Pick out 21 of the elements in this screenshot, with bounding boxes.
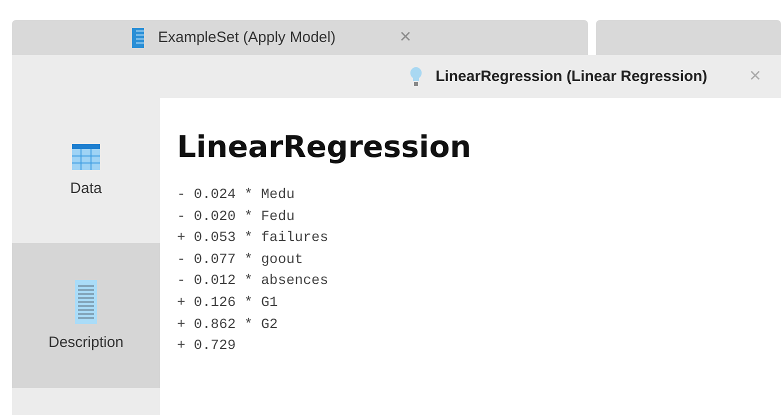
formula-line: + 0.729: [177, 337, 237, 356]
tab-label: ExampleSet (Apply Model): [158, 29, 336, 46]
formula-line: + 0.862 * G2: [177, 316, 279, 335]
sidebar-item-label: Data: [70, 180, 102, 197]
empty-tab[interactable]: [596, 20, 781, 55]
table-icon: [72, 144, 100, 170]
model-title: LinearRegression: [177, 130, 472, 165]
formula-line: - 0.020 * Fedu: [177, 208, 296, 227]
book-icon: [132, 28, 144, 48]
formula-line: - 0.012 * absences: [177, 272, 330, 292]
formula-line: - 0.024 * Medu: [177, 186, 296, 205]
sidebar-item[interactable]: Description: [12, 243, 160, 388]
sidebar-item-label: Description: [48, 334, 124, 351]
lightbulb-icon: [410, 66, 422, 86]
document-tab[interactable]: ExampleSet (Apply Model) ×: [12, 20, 588, 55]
document-icon: [75, 280, 97, 324]
result-tab-label: LinearRegression (Linear Regression): [436, 68, 708, 85]
formula-line: + 0.053 * failures: [177, 229, 330, 248]
result-tab[interactable]: LinearRegression (Linear Regression) ×: [12, 55, 781, 98]
formula-line: + 0.126 * G1: [177, 294, 279, 313]
formula-line: - 0.077 * goout: [177, 250, 304, 270]
